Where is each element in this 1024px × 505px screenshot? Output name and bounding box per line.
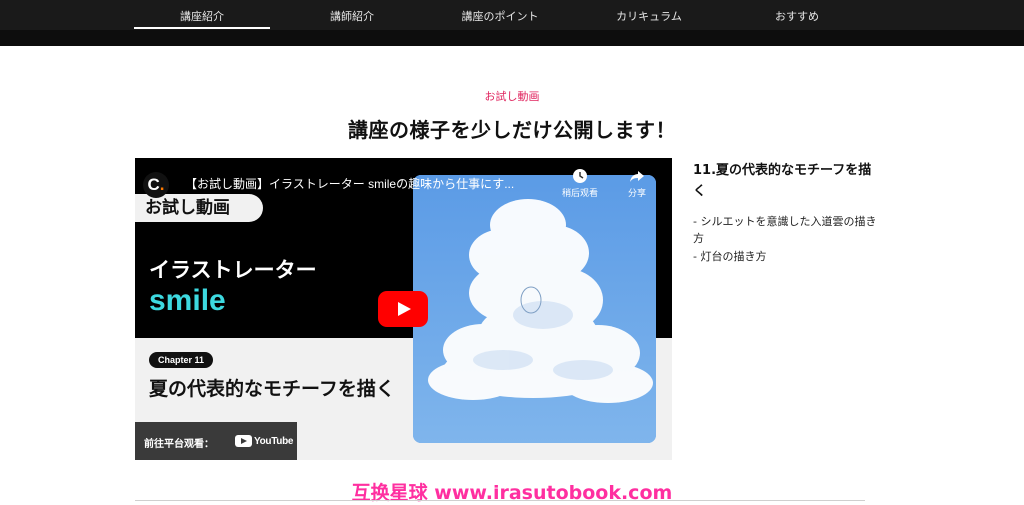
nav-tab-points[interactable]: 講座のポイント (432, 8, 568, 24)
nav-tab-curriculum[interactable]: カリキュラム (581, 8, 717, 24)
nav-tab-recommend[interactable]: おすすめ (729, 8, 865, 24)
section-divider (135, 500, 865, 501)
watch-on-label: 前往平台观看： (144, 439, 214, 450)
chapter-badge: Chapter 11 (149, 352, 214, 368)
youtube-logo: YouTube (235, 434, 294, 448)
play-icon (378, 291, 428, 327)
active-tab-indicator (134, 27, 270, 29)
share-icon (630, 171, 644, 182)
nav-tab-course-intro[interactable]: 講座紹介 (134, 8, 270, 24)
thumbnail-subtitle: イラストレーター (149, 258, 317, 282)
thumbnail-pill: お試し動画 (135, 194, 263, 222)
nav-tab-instructor[interactable]: 講師紹介 (284, 8, 420, 24)
watch-later-button[interactable]: 稍后观看 (555, 168, 605, 199)
channel-logo[interactable]: C. (143, 172, 169, 198)
chapter-title: 夏の代表的なモチーフを描く (149, 378, 395, 400)
video-title[interactable]: 【お試し動画】イラストレーター smileの趣味から仕事にす... (185, 175, 555, 192)
share-button[interactable]: 分享 (612, 168, 662, 199)
cloud-image (413, 175, 656, 443)
watch-on-youtube-bar[interactable]: 前往平台观看： YouTube (135, 422, 297, 460)
youtube-icon (235, 435, 252, 447)
watch-later-label: 稍后观看 (561, 189, 598, 199)
section-headline: 講座の様子を少しだけ公開します！ (348, 118, 676, 142)
nav-shadow-band (0, 30, 1024, 46)
youtube-wordmark: YouTube (254, 435, 294, 447)
thumbnail-name: smile (149, 284, 226, 317)
video-player[interactable]: お試し動画 イラストレーター smile Chapter 11 夏の代表的なモチ… (135, 158, 672, 460)
lesson-point-1: - シルエットを意識した入道雲の描き方 (693, 215, 877, 245)
section-eyebrow: お試し動画 (484, 90, 540, 103)
clock-icon (573, 169, 587, 183)
lesson-title: 11.夏の代表的なモチーフを描く (693, 163, 872, 199)
play-button[interactable] (378, 291, 428, 327)
lesson-point-2: - 灯台の描き方 (693, 250, 767, 263)
top-nav: 講座紹介 講師紹介 講座のポイント カリキュラム おすすめ (0, 0, 1024, 46)
share-label: 分享 (627, 189, 646, 199)
cloud-illustration (413, 175, 656, 443)
